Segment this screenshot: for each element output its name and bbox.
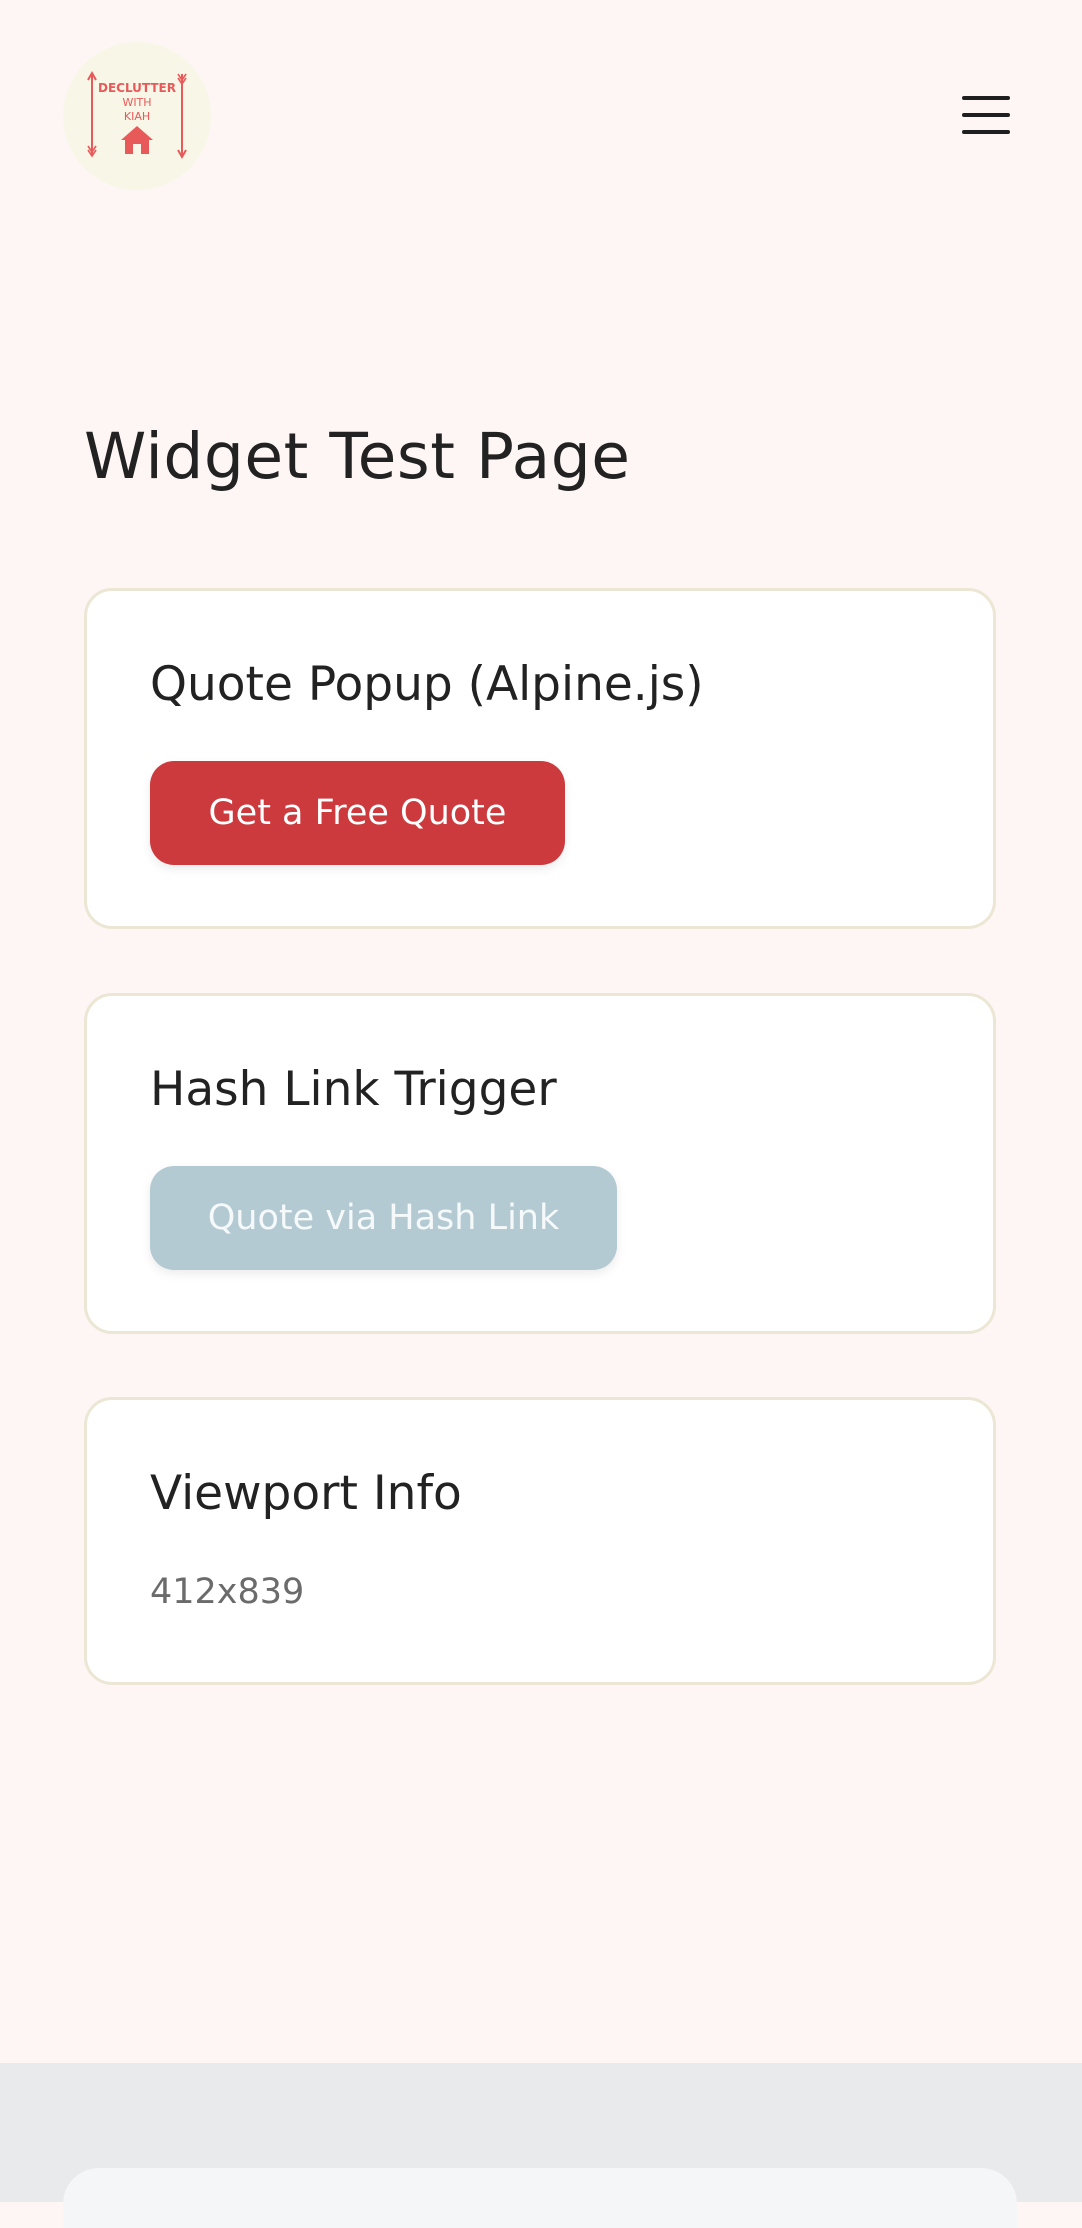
quote-popup-card: Quote Popup (Alpine.js) Get a Free Quote (84, 588, 996, 929)
quote-via-hash-link-button[interactable]: Quote via Hash Link (150, 1166, 617, 1270)
logo-mark: DECLUTTER WITH KIAH (87, 70, 187, 160)
logo-text-line1: DECLUTTER (98, 81, 176, 95)
card-title: Viewport Info (150, 1466, 462, 1521)
card-title: Quote Popup (Alpine.js) (150, 657, 704, 712)
logo-text-line3: KIAH (124, 110, 150, 123)
site-logo[interactable]: DECLUTTER WITH KIAH (63, 42, 211, 190)
site-footer (0, 2063, 1082, 2228)
logo-text-line2: WITH (122, 96, 151, 109)
page-title: Widget Test Page (84, 420, 631, 493)
get-free-quote-button[interactable]: Get a Free Quote (150, 761, 565, 865)
hash-link-card: Hash Link Trigger Quote via Hash Link (84, 993, 996, 1334)
footer-panel (63, 2168, 1017, 2228)
card-title: Hash Link Trigger (150, 1062, 557, 1117)
hamburger-menu-icon[interactable] (954, 90, 1018, 140)
viewport-size-value: 412x839 (150, 1572, 305, 1612)
button-label: Quote via Hash Link (207, 1198, 560, 1238)
viewport-info-card: Viewport Info 412x839 (84, 1397, 996, 1685)
site-header: DECLUTTER WITH KIAH (0, 0, 1082, 230)
